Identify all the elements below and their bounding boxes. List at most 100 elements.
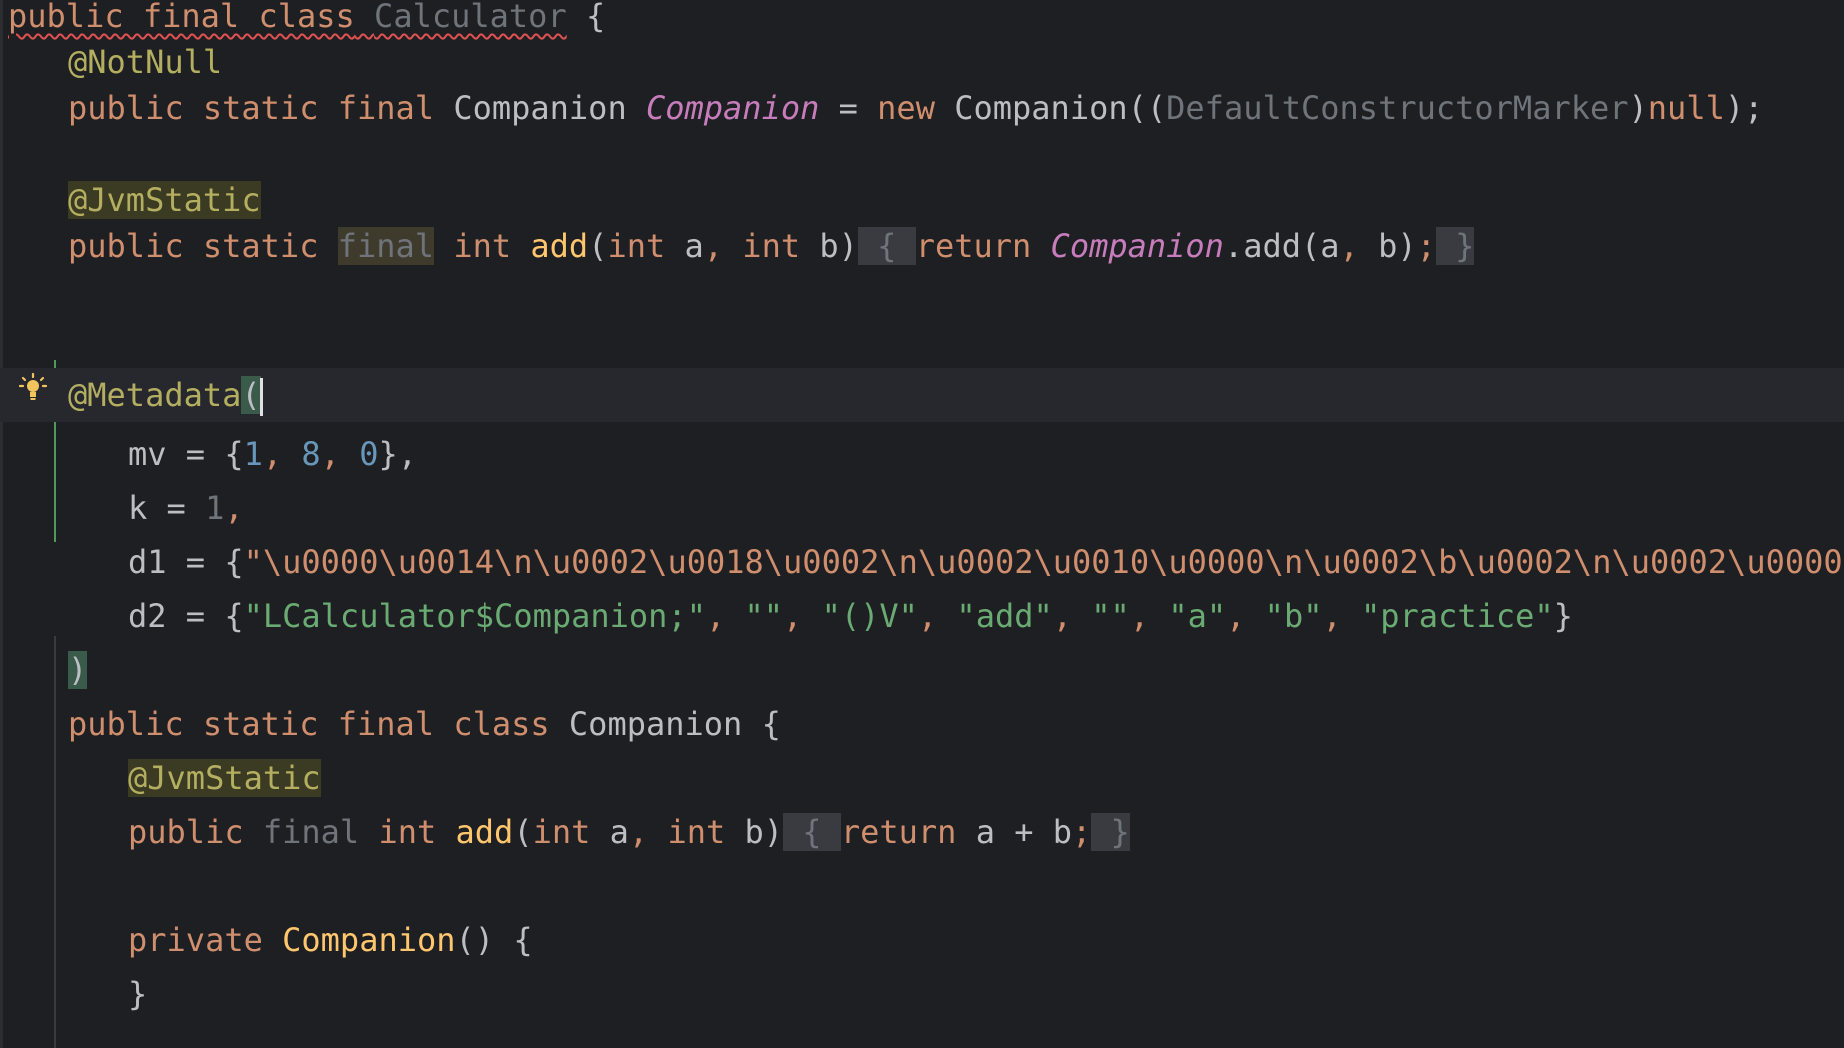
mv-key: mv = { <box>128 435 244 473</box>
constructor-call: Companion(( <box>954 89 1167 127</box>
string-literal: "" <box>1091 597 1130 635</box>
method-name-add[interactable]: add <box>456 813 514 851</box>
k-key: k = <box>128 489 206 527</box>
folded-brace-open[interactable]: { <box>857 227 916 265</box>
code-line-6[interactable]: public static final int add(int a, int b… <box>0 219 1844 273</box>
method-call: .add(a <box>1223 227 1340 265</box>
modifiers: public static final <box>68 89 454 127</box>
return-keyword: return <box>840 813 976 851</box>
semicolon: ; <box>1072 813 1092 851</box>
companion-field[interactable]: Companion <box>646 89 819 127</box>
comma: , <box>703 227 743 265</box>
arg-b: b) <box>1378 227 1417 265</box>
final-keyword: final <box>337 227 435 265</box>
params-open: ( <box>513 813 533 851</box>
assign-op: = <box>819 89 878 127</box>
code-line-14[interactable]: public static final class Companion { <box>0 697 1844 751</box>
constructor-parens: () { <box>455 921 533 959</box>
string-literal: "" <box>744 597 784 635</box>
comma: , <box>1226 597 1265 635</box>
number: 0 <box>359 435 379 473</box>
jvmstatic-annotation: @JvmStatic <box>68 181 261 219</box>
return-type: int <box>359 813 456 851</box>
type-name: Companion <box>453 89 627 127</box>
open-brace: { <box>566 0 606 35</box>
code-line-10[interactable]: k = 1, <box>0 481 1844 535</box>
companion-class-name[interactable]: Companion <box>569 705 742 743</box>
array-end: } <box>1553 597 1573 635</box>
comma: , <box>1339 227 1379 265</box>
string-literal: "b" <box>1264 597 1323 635</box>
modifiers: public static final class <box>68 705 569 743</box>
comma: , <box>1322 597 1361 635</box>
metadata-annotation: @Metadata <box>68 376 242 414</box>
comma: , <box>628 813 668 851</box>
param-type: int <box>532 813 591 851</box>
marker-type: DefaultConstructorMarker <box>1166 89 1629 127</box>
param-type: int <box>667 813 726 851</box>
number: 8 <box>301 435 321 473</box>
number: 1 <box>205 489 225 527</box>
return-type: int <box>434 227 531 265</box>
class-declaration-keywords: public final class <box>8 0 355 35</box>
final-keyword: final <box>262 813 360 851</box>
close-brace: } <box>128 975 148 1013</box>
param-b: b) <box>800 227 858 265</box>
code-line-13[interactable]: ) <box>0 643 1844 697</box>
param-type: int <box>742 227 801 265</box>
semicolon: ; <box>1416 227 1436 265</box>
matched-paren-open: ( <box>241 376 261 414</box>
string-literal: "()V" <box>821 597 918 635</box>
string-literal: "add" <box>956 597 1053 635</box>
code-line-8[interactable]: @Metadata( <box>0 368 1844 422</box>
number: 1 <box>243 435 263 473</box>
new-keyword: new <box>877 89 955 127</box>
notnull-annotation: @NotNull <box>68 43 223 81</box>
companion-field[interactable]: Companion <box>1051 227 1224 265</box>
comma: , <box>1052 597 1092 635</box>
string-literal: "practice" <box>1361 597 1554 635</box>
folded-brace-open[interactable]: { <box>783 813 841 851</box>
folded-brace-close[interactable]: } <box>1435 227 1475 265</box>
d1-key: d1 = { <box>128 543 244 581</box>
lightbulb-icon[interactable] <box>18 372 48 402</box>
string-literal: "a" <box>1168 597 1227 635</box>
modifiers: public static <box>68 227 338 265</box>
code-line-16[interactable]: public final int add(int a, int b) { ret… <box>0 805 1844 859</box>
return-expression: a + b <box>975 813 1073 851</box>
jvmstatic-annotation: @JvmStatic <box>128 759 321 797</box>
string-literal: "LCalculator$Companion;" <box>243 597 706 635</box>
method-name-add[interactable]: add <box>530 227 588 265</box>
code-line-11[interactable]: d1 = {"\u0000\u0014\n\u0002\u0018\u0002\… <box>0 535 1844 589</box>
comma: , <box>783 597 822 635</box>
return-keyword: return <box>915 227 1051 265</box>
cast-close: ) <box>1628 89 1648 127</box>
params-open: ( <box>588 227 608 265</box>
code-line-18[interactable]: private Companion() { <box>0 913 1844 967</box>
code-line-9[interactable]: mv = {1, 8, 0}, <box>0 427 1844 481</box>
open-brace: { <box>742 705 781 743</box>
param-a: a <box>590 813 629 851</box>
code-line-15[interactable]: @JvmStatic <box>0 751 1844 805</box>
param-b: b) <box>725 813 784 851</box>
matched-paren-close: ) <box>68 651 88 689</box>
param-a: a <box>665 227 704 265</box>
private-keyword: private <box>128 921 283 959</box>
param-type: int <box>607 227 666 265</box>
code-line-19[interactable]: } <box>0 967 1844 1021</box>
comma: , <box>262 435 302 473</box>
folded-brace-close[interactable]: } <box>1091 813 1130 851</box>
d2-key: d2 = { <box>128 597 244 635</box>
comma: , <box>705 597 745 635</box>
comma: , <box>1129 597 1169 635</box>
class-name[interactable]: Calculator <box>374 0 567 35</box>
statement-end: ); <box>1724 89 1764 127</box>
code-editor[interactable]: public final class Calculator { @NotNull… <box>0 0 1844 1048</box>
constructor-name[interactable]: Companion <box>282 921 455 959</box>
code-line-3[interactable]: public static final Companion Companion … <box>0 81 1844 135</box>
comma: , <box>320 435 360 473</box>
d1-string-value: "\u0000\u0014\n\u0002\u0018\u0002\n\u000… <box>243 543 1843 581</box>
text-caret <box>259 378 263 416</box>
null-keyword: null <box>1647 89 1725 127</box>
code-line-12[interactable]: d2 = {"LCalculator$Companion;", "", "()V… <box>0 589 1844 643</box>
